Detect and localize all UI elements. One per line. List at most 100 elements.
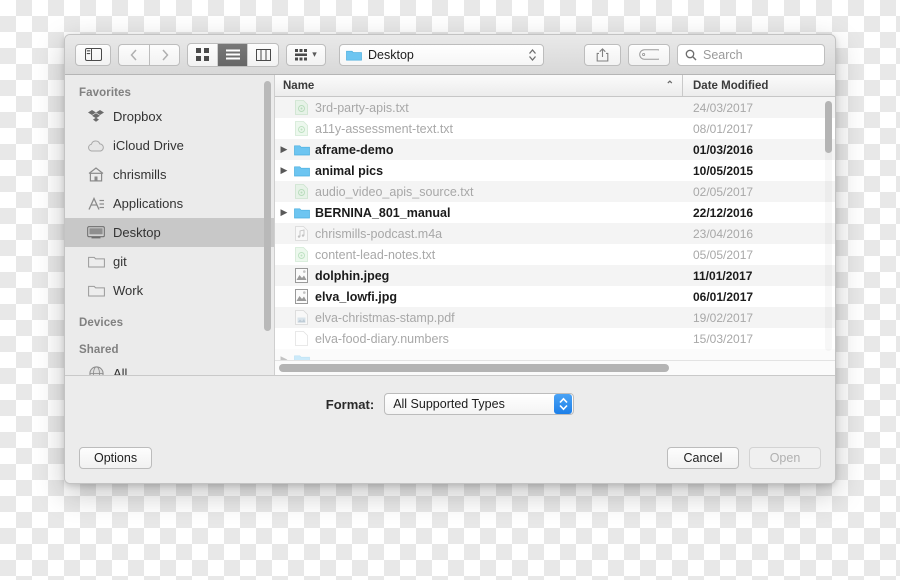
numbers-file-icon <box>293 331 310 346</box>
table-row[interactable]: chrismills-podcast.m4a 23/04/2016 <box>275 223 835 244</box>
file-list-vertical-scrollbar[interactable] <box>825 101 832 351</box>
pdf-file-icon <box>295 310 308 325</box>
dialog-button-bar: Options Cancel Open <box>65 432 835 483</box>
folder-icon <box>293 207 310 218</box>
sidebar-item-label: Desktop <box>113 225 161 240</box>
sidebar-toggle-button[interactable] <box>75 43 111 66</box>
image-file-icon <box>293 289 310 304</box>
file-date-cell: 23/04/2016 <box>693 226 754 241</box>
text-file-icon <box>293 100 310 115</box>
view-mode-icon-button[interactable] <box>188 43 218 66</box>
text-file-icon <box>293 184 310 199</box>
view-mode-column-button[interactable] <box>248 44 278 66</box>
sidebar-item-git[interactable]: git <box>65 247 274 276</box>
table-row[interactable]: elva_lowfi.jpg 06/01/2017 <box>275 286 835 307</box>
table-row[interactable]: audio_video_apis_source.txt 02/05/2017 <box>275 181 835 202</box>
path-popup-label: Desktop <box>368 47 414 62</box>
sidebar-item-label: git <box>113 254 127 269</box>
chevron-left-icon <box>130 48 137 61</box>
sidebar-toggle-icon <box>84 48 102 61</box>
table-row[interactable]: ▶ BERNINA_801_manual 22/12/2016 <box>275 202 835 223</box>
file-date-cell: 06/01/2017 <box>693 289 754 304</box>
image-file-icon <box>295 268 308 283</box>
chevron-down-icon: ▾ <box>312 49 317 59</box>
table-row[interactable]: 3rd-party-apis.txt 24/03/2017 <box>275 97 835 118</box>
file-date-cell: 19/02/2017 <box>693 310 754 325</box>
sidebar-item-label: Applications <box>113 196 184 211</box>
sidebar-item-applications[interactable]: Applications <box>65 189 274 218</box>
sidebar-item-label: iCloud Drive <box>113 138 184 153</box>
file-date-cell: 15/03/2017 <box>693 331 754 346</box>
text-file-icon <box>295 121 308 136</box>
open-file-dialog: ▾ Desktop Search Favorites Dropbox iClou… <box>64 34 836 484</box>
view-mode-group <box>187 42 279 67</box>
column-view-icon <box>255 48 271 61</box>
column-header-date-label: Date Modified <box>693 79 769 92</box>
desktop-icon <box>87 225 105 241</box>
icloud-icon <box>87 138 105 154</box>
sidebar-item-dropbox[interactable]: Dropbox <box>65 102 274 131</box>
format-stepper-icon <box>554 394 573 414</box>
path-popup-button[interactable]: Desktop <box>339 43 544 66</box>
text-file-icon <box>293 121 310 136</box>
file-date-cell: 02/05/2017 <box>693 184 754 199</box>
image-file-icon <box>295 289 308 304</box>
file-name-cell: elva-christmas-stamp.pdf <box>315 310 455 325</box>
table-row[interactable]: elva-food-diary.numbers 15/03/2017 <box>275 328 835 349</box>
share-button[interactable] <box>584 43 621 66</box>
file-name-cell: animal pics <box>315 163 384 178</box>
list-view-icon <box>225 49 240 59</box>
column-header-date[interactable]: Date Modified <box>683 75 835 96</box>
file-rows: 3rd-party-apis.txt 24/03/2017 a11y-assessm… <box>275 97 835 375</box>
sidebar-item-desktop[interactable]: Desktop <box>65 218 274 247</box>
search-input[interactable]: Search <box>677 43 825 66</box>
file-list-horizontal-scrollbar[interactable] <box>275 360 835 375</box>
open-button: Open <box>749 447 821 469</box>
arrange-icon <box>295 48 308 60</box>
text-file-icon <box>293 247 310 262</box>
search-icon <box>685 49 697 60</box>
sidebar-item-work[interactable]: Work <box>65 276 274 305</box>
sidebar-item-label: chrismills <box>113 167 167 182</box>
sidebar-item-chrismills[interactable]: chrismills <box>65 160 274 189</box>
disclosure-triangle-icon[interactable]: ▶ <box>275 207 293 218</box>
globe-icon <box>87 366 105 375</box>
sort-ascending-icon: ⌃ <box>665 80 674 91</box>
navigation-buttons <box>118 43 180 66</box>
file-name-cell: chrismills-podcast.m4a <box>315 226 443 241</box>
table-row[interactable]: content-lead-notes.txt 05/05/2017 <box>275 244 835 265</box>
table-row[interactable]: ▶ aframe-demo 01/03/2016 <box>275 139 835 160</box>
scrollbar-thumb[interactable] <box>825 101 832 153</box>
sidebar-section-devices-title: Devices <box>79 317 124 329</box>
options-button[interactable]: Options <box>79 447 153 469</box>
sidebar-item-all[interactable]: All <box>65 359 274 375</box>
forward-button[interactable] <box>149 43 180 66</box>
view-mode-list-button[interactable] <box>218 43 248 66</box>
cancel-button[interactable]: Cancel <box>667 447 739 469</box>
home-icon <box>87 167 105 183</box>
back-button[interactable] <box>118 43 149 66</box>
table-row[interactable]: ▶ animal pics 10/05/2015 <box>275 160 835 181</box>
sidebar-scrollbar[interactable] <box>264 81 271 331</box>
disclosure-triangle-icon[interactable]: ▶ <box>275 165 293 176</box>
audio-file-icon <box>295 226 308 241</box>
pdf-file-icon <box>293 310 310 325</box>
sidebar: Favorites Dropbox iCloud Drive chrismill… <box>65 75 275 375</box>
arrange-button[interactable]: ▾ <box>286 43 326 66</box>
audio-file-icon <box>293 226 310 241</box>
file-date-cell: 22/12/2016 <box>693 205 754 220</box>
file-date-cell: 05/05/2017 <box>693 247 754 262</box>
sidebar-item-icloud-drive[interactable]: iCloud Drive <box>65 131 274 160</box>
table-row[interactable]: elva-christmas-stamp.pdf 19/02/2017 <box>275 307 835 328</box>
table-row[interactable]: a11y-assessment-text.txt 08/01/2017 <box>275 118 835 139</box>
sidebar-section-favorites-title: Favorites <box>79 87 132 99</box>
disclosure-triangle-icon[interactable]: ▶ <box>275 144 293 155</box>
tag-icon <box>639 49 659 60</box>
format-popup-button[interactable]: All Supported Types <box>384 393 575 415</box>
numbers-file-icon <box>295 331 308 346</box>
text-file-icon <box>295 100 308 115</box>
column-header-name[interactable]: Name ⌃ <box>275 75 683 96</box>
table-row[interactable]: dolphin.jpeg 11/01/2017 <box>275 265 835 286</box>
scrollbar-thumb[interactable] <box>279 364 669 372</box>
tag-button[interactable] <box>628 43 670 66</box>
